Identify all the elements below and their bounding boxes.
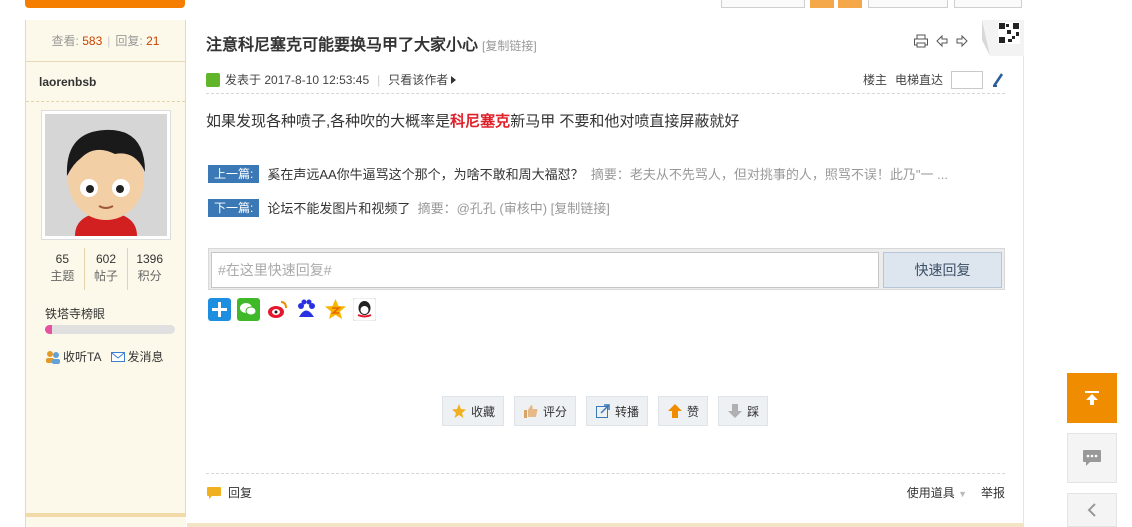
like-button[interactable]: 赞 <box>658 396 709 426</box>
rate-button[interactable]: 评分 <box>514 396 577 426</box>
posts-stat[interactable]: 602 帖子 <box>85 248 129 290</box>
prev-arrow-icon[interactable] <box>935 34 949 48</box>
author-actions: 收听TA 发消息 <box>45 348 163 365</box>
prev-thread: 上一篇: 奚在声远AA你牛逼骂这个那个，为啥不敢和周大福怼？ 摘要：老夫从不先骂… <box>208 164 948 183</box>
favorite-button[interactable]: 收藏 <box>442 396 505 426</box>
mail-icon <box>111 351 126 362</box>
topics-stat[interactable]: 65 主题 <box>41 248 85 290</box>
report-link[interactable]: 举报 <box>981 484 1005 501</box>
prev-summary: 摘要：老夫从不先骂人，但对挑事的人，照骂不误！此乃"一 ... <box>590 167 948 182</box>
rank-progress-bar <box>45 325 175 334</box>
top-toolbar <box>0 0 1024 8</box>
forward-button[interactable]: 转播 <box>586 396 649 426</box>
qzone-icon[interactable] <box>324 298 347 321</box>
tools-menu[interactable]: 使用道具 ▼ <box>907 484 967 501</box>
quick-reply-box: #在这里快速回复# 快速回复 <box>208 248 1005 290</box>
chat-icon <box>1083 450 1101 466</box>
floor-label: 楼主 <box>862 73 887 87</box>
next-arrow-icon[interactable] <box>955 34 969 48</box>
author-name[interactable]: laorenbsb <box>26 62 185 102</box>
post-content: 如果发现各种喷子,各种吹的大概率是科尼塞克新马甲 不要和他对喷直接屏蔽就好 <box>206 113 740 130</box>
user-rank[interactable]: 铁塔寺榜眼 <box>45 305 105 322</box>
triangle-right-icon <box>451 75 457 84</box>
thumb-icon <box>524 405 538 418</box>
floor-jump-input[interactable] <box>951 70 983 89</box>
chevron-left-icon <box>1087 503 1096 517</box>
wechat-icon[interactable] <box>237 298 260 321</box>
arrow-up-icon <box>668 404 683 418</box>
next-thread: 下一篇: 论坛不能发图片和视频了 摘要：@孔孔 (审核中) [复制链接] <box>208 198 610 217</box>
qq-icon[interactable] <box>353 298 376 321</box>
page-button[interactable] <box>838 0 862 8</box>
back-to-top-icon <box>1085 391 1099 405</box>
views-label: 查看: <box>51 34 79 48</box>
post-main: 注意科尼塞克可能要换马甲了大家小心 [复制链接] 发表于 2017-8-10 12… <box>187 20 1024 527</box>
quick-reply-button[interactable]: 快速回复 <box>883 252 1002 288</box>
next-tag: 下一篇: <box>208 198 260 217</box>
replies-count: 21 <box>146 34 160 48</box>
dislike-button[interactable]: 踩 <box>718 396 769 426</box>
toolbar-button[interactable] <box>954 0 1022 8</box>
follow-link[interactable]: 收听TA <box>45 348 101 365</box>
author-only-link[interactable]: 只看该作者 <box>388 71 448 88</box>
next-summary: 摘要：@孔孔 (审核中) [复制链接] <box>417 201 610 216</box>
replies-label: 回复: <box>115 34 143 48</box>
avatar[interactable] <box>41 110 171 240</box>
thread-stats: 查看: 583 | 回复: 21 <box>26 20 185 62</box>
baidu-icon[interactable] <box>295 298 318 321</box>
chat-button[interactable] <box>1067 433 1117 483</box>
post-footer: 回复 使用道具 ▼ 举报 <box>206 473 1005 511</box>
post-meta: 发表于 2017-8-10 12:53:45 | 只看该作者 楼主 电梯直达 <box>206 66 1005 94</box>
arrow-down-icon <box>728 404 743 418</box>
reply-link[interactable]: 回复 <box>206 484 252 501</box>
views-count: 583 <box>82 34 103 48</box>
elevator-label: 电梯直达 <box>894 73 943 87</box>
weibo-icon[interactable] <box>266 298 289 321</box>
post-actions: 收藏 评分 转播 赞 踩 <box>442 396 769 426</box>
post-container: 查看: 583 | 回复: 21 laorenbsb 65 主题 602 帖子 … <box>25 20 1024 527</box>
share-plus-icon[interactable] <box>208 298 231 321</box>
share-bar <box>208 298 376 321</box>
title-icons <box>913 34 969 48</box>
next-thread-link[interactable]: 论坛不能发图片和视频了 <box>267 198 410 217</box>
star-icon <box>452 404 466 418</box>
quick-reply-input[interactable]: #在这里快速回复# <box>211 252 879 288</box>
reply-bubble-icon <box>207 486 221 499</box>
credits-stat[interactable]: 1396 积分 <box>128 248 171 290</box>
print-icon[interactable] <box>913 34 929 48</box>
author-stats: 65 主题 602 帖子 1396 积分 <box>41 248 171 290</box>
post-title: 注意科尼塞克可能要换马甲了大家小心 [复制链接] <box>206 37 537 54</box>
qr-code-icon[interactable] <box>982 20 1024 56</box>
copy-link[interactable]: [复制链接] <box>482 39 537 53</box>
toolbar-button[interactable] <box>721 0 805 8</box>
collapse-button[interactable] <box>1067 493 1117 527</box>
message-link[interactable]: 发消息 <box>111 348 163 365</box>
author-sidebar: 查看: 583 | 回复: 21 laorenbsb 65 主题 602 帖子 … <box>26 20 186 527</box>
posted-prefix: 发表于 <box>225 73 262 87</box>
highlight-text: 科尼塞克 <box>450 113 511 130</box>
prev-tag: 上一篇: <box>208 164 260 183</box>
page-button[interactable] <box>810 0 834 8</box>
prev-thread-link[interactable]: 奚在声远AA你牛逼骂这个那个，为啥不敢和周大福怼？ <box>267 164 583 183</box>
posted-at: 2017-8-10 12:53:45 <box>264 72 370 87</box>
follow-icon <box>46 350 60 364</box>
toolbar-button[interactable] <box>868 0 948 8</box>
back-to-top-button[interactable] <box>1067 373 1117 423</box>
online-status-icon <box>206 72 220 87</box>
reply-tab[interactable] <box>25 0 185 8</box>
forward-icon <box>596 404 610 418</box>
jump-icon[interactable] <box>991 72 1005 88</box>
